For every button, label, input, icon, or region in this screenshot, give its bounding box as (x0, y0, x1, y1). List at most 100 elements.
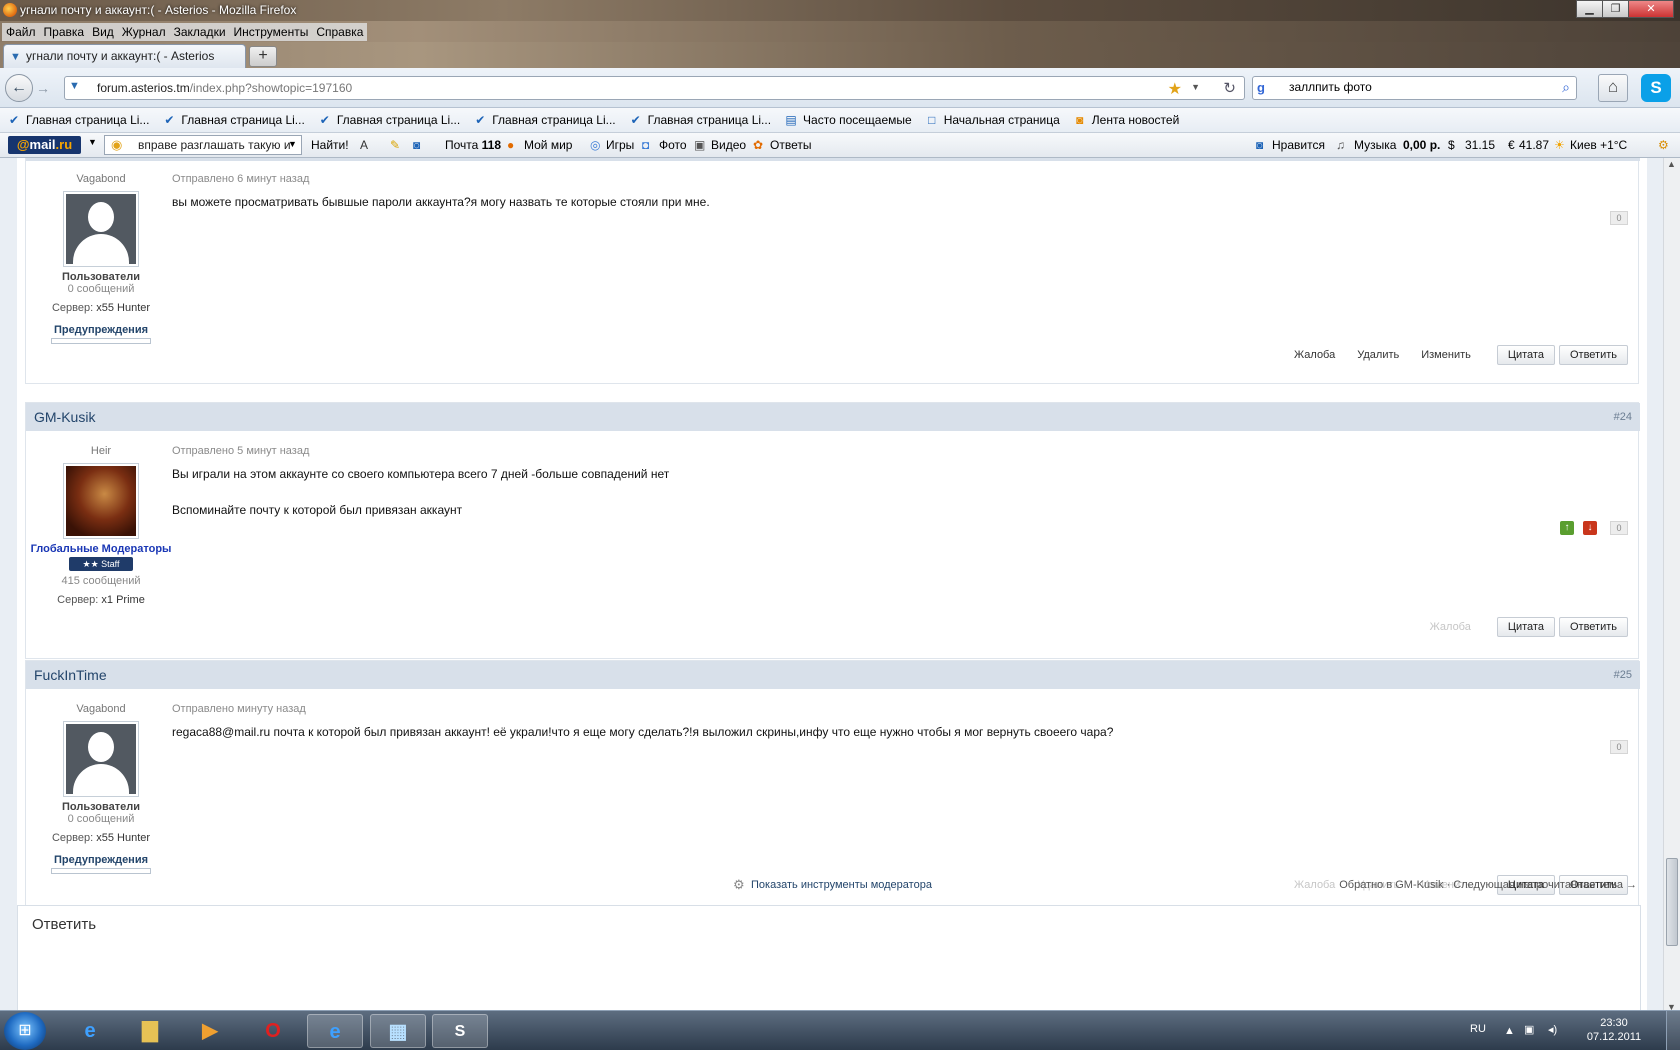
warnings-link[interactable]: Предупреждения (26, 854, 176, 866)
mailru-search-icon: ◉ (111, 137, 123, 152)
mailru-search-dropdown-icon[interactable]: ▼ (288, 139, 297, 149)
mailru-games-link[interactable]: Игры (606, 138, 634, 152)
edit-link[interactable]: Изменить (1421, 349, 1471, 361)
usd-rate[interactable]: 31.15 (1465, 138, 1495, 152)
start-button[interactable]: ⊞ (4, 1012, 46, 1050)
forward-button[interactable]: → (33, 78, 53, 98)
mailru-answers-link[interactable]: Ответы (770, 138, 811, 152)
back-button[interactable]: ← (5, 74, 33, 102)
post-header: GM-Kusik #24 (26, 403, 1640, 431)
euro-icon: € (1508, 138, 1515, 152)
menu-bookmarks[interactable]: Закладки (169, 23, 230, 41)
page-scrollbar[interactable]: ▲ ▼ (1663, 158, 1680, 1016)
taskbar-opera-icon[interactable]: O (245, 1014, 301, 1048)
bookmark-star-icon[interactable]: ★ (1168, 79, 1182, 99)
vote-up-icon[interactable]: ↑ (1560, 521, 1574, 535)
bookmark-item[interactable]: ✔ Главная страница Li... (628, 112, 771, 128)
quote-button[interactable]: Цитата (1496, 617, 1555, 637)
scroll-up-icon[interactable]: ▲ (1667, 159, 1676, 169)
reload-icon[interactable]: ↻ (1223, 79, 1236, 97)
zoom-icon[interactable]: ◙ (413, 138, 420, 152)
menu-history[interactable]: Журнал (117, 23, 170, 41)
bookmark-item[interactable]: ✔ Главная страница Li... (6, 112, 149, 128)
skype-toolbar-icon[interactable]: S (1641, 74, 1671, 102)
bookmark-start-page[interactable]: □ Начальная страница (924, 112, 1060, 128)
google-icon[interactable]: g (1257, 80, 1273, 96)
tray-expand-icon[interactable]: ▲ (1504, 1025, 1515, 1037)
report-link[interactable]: Жалоба (1294, 349, 1335, 361)
most-visited-icon: ▤ (785, 113, 797, 127)
mailru-search-input[interactable]: ◉ вправе разглашать такую и (104, 135, 302, 155)
language-indicator[interactable]: RU (1470, 1023, 1486, 1035)
taskbar-clock[interactable]: 23:30 07.12.2011 (1584, 1016, 1644, 1044)
site-identity-icon[interactable]: ▼ (69, 80, 87, 96)
post-text: Вспоминайте почту к которой был привязан… (172, 503, 463, 517)
taskbar-firefox-icon[interactable]: e (307, 1014, 363, 1048)
settings-gear-icon[interactable]: ⚙ (1658, 138, 1669, 152)
maximize-button[interactable]: ❐ (1602, 0, 1629, 18)
bookmark-item[interactable]: ✔ Главная страница Li... (317, 112, 460, 128)
bookmark-item[interactable]: ✔ Главная страница Li... (472, 112, 615, 128)
search-input[interactable] (1289, 80, 1539, 94)
mailru-mail-link[interactable]: Почта 118 (445, 138, 501, 152)
mailru-like-link[interactable]: Нравится (1272, 138, 1325, 152)
search-bar[interactable]: g ⌕ (1252, 76, 1577, 100)
mailru-logo[interactable]: @mail.ru (8, 136, 81, 154)
address-bar[interactable]: ▼ forum.asterios.tm/index.php?showtopic=… (64, 76, 1245, 100)
taskbar-explorer-icon[interactable]: ▇ (122, 1014, 178, 1048)
rss-icon: ◙ (1076, 113, 1084, 127)
mailru-find-button[interactable]: Найти! (311, 138, 349, 152)
report-link[interactable]: Жалоба (1430, 621, 1471, 633)
vote-down-icon[interactable]: ↓ (1583, 521, 1597, 535)
network-icon[interactable]: ▣ (1524, 1023, 1534, 1036)
post-author-link[interactable]: GM-Kusik (34, 409, 95, 425)
bookmark-news-feed[interactable]: ◙ Лента новостей (1072, 112, 1179, 128)
taskbar-skype-icon[interactable]: S (432, 1014, 488, 1048)
scrollbar-thumb[interactable] (1666, 858, 1678, 946)
taskbar-ie-icon[interactable]: e (62, 1014, 118, 1048)
post-number-link[interactable]: #24 (1614, 411, 1632, 423)
font-size-icon[interactable]: A (360, 138, 368, 152)
volume-icon[interactable]: ◂) (1548, 1023, 1557, 1036)
mailru-photo-link[interactable]: Фото (659, 138, 687, 152)
reply-button[interactable]: Ответить (1558, 617, 1628, 637)
menu-view[interactable]: Вид (88, 23, 118, 41)
search-icon[interactable]: ⌕ (1562, 79, 1570, 96)
avatar[interactable] (63, 463, 139, 539)
post-author-link[interactable]: FuckInTime (34, 667, 107, 683)
bookmark-most-visited[interactable]: ▤ Часто посещаемые (783, 112, 911, 128)
mailru-menu-icon[interactable]: ▼ (88, 137, 97, 147)
avatar[interactable] (63, 721, 139, 797)
url-text[interactable]: forum.asterios.tm/index.php?showtopic=19… (97, 81, 352, 95)
weather-text[interactable]: Киев +1°C (1570, 138, 1627, 152)
eur-rate[interactable]: 41.87 (1519, 138, 1549, 152)
menu-help[interactable]: Справка (312, 23, 368, 41)
tab-current[interactable]: ▼ угнали почту и аккаунт:( - Asterios (3, 44, 246, 68)
minimize-button[interactable]: ▁ (1576, 0, 1603, 18)
new-tab-button[interactable]: + (249, 46, 277, 67)
highlight-icon[interactable]: ✎ (390, 138, 400, 152)
menu-tools[interactable]: Инструменты (229, 23, 313, 41)
show-desktop-button[interactable] (1666, 1011, 1680, 1050)
post-number-link[interactable]: #25 (1614, 669, 1632, 681)
taskbar-media-player-icon[interactable]: ▶ (182, 1014, 238, 1048)
post-text: regaca88@mail.ru почта к которой был при… (172, 725, 1114, 739)
show-moderator-tools-link[interactable]: Показать инструменты модератора (751, 879, 932, 891)
mailru-balance[interactable]: 0,00 р. (1403, 138, 1440, 152)
home-button[interactable]: ⌂ (1598, 74, 1628, 102)
close-window-button[interactable]: ✕ (1628, 0, 1674, 18)
url-dropdown-icon[interactable]: ▼ (1191, 82, 1200, 92)
delete-link[interactable]: Удалить (1357, 349, 1399, 361)
mailru-video-link[interactable]: Видео (711, 138, 746, 152)
menu-file[interactable]: Файл (2, 23, 40, 41)
topic-navigation-link[interactable]: Обратно в GM-Kusik · Следующая непрочита… (1339, 879, 1637, 891)
menu-edit[interactable]: Правка (39, 23, 89, 41)
quote-button[interactable]: Цитата (1496, 345, 1555, 365)
reply-button[interactable]: Ответить (1558, 345, 1628, 365)
taskbar-film-icon[interactable]: ▦ (370, 1014, 426, 1048)
avatar[interactable] (63, 191, 139, 267)
bookmark-item[interactable]: ✔ Главная страница Li... (161, 112, 304, 128)
mailru-moy-mir-link[interactable]: Мой мир (524, 138, 572, 152)
mailru-music-link[interactable]: Музыка (1354, 138, 1396, 152)
warnings-link[interactable]: Предупреждения (26, 324, 176, 336)
